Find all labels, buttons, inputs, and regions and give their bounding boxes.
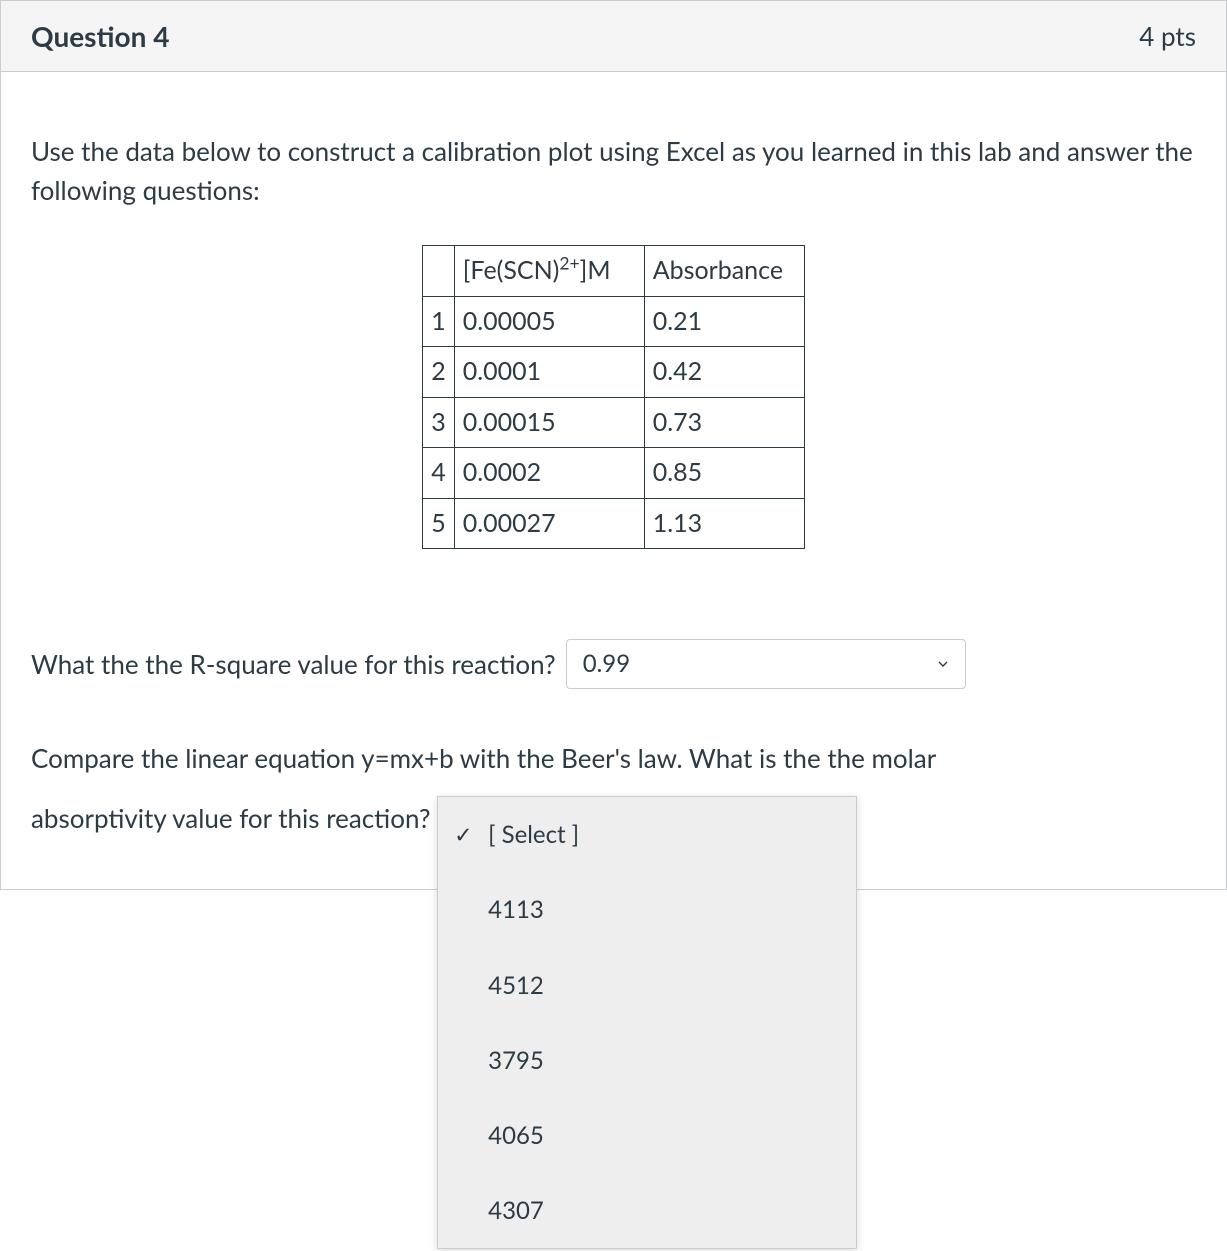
cell-concentration: 0.00005: [454, 296, 644, 347]
header-index: [423, 246, 455, 297]
q2-prompt-part1: Compare the linear equation y=mx+b with …: [31, 742, 936, 774]
q2-row: Compare the linear equation y=mx+b with …: [31, 729, 1196, 849]
data-table-wrapper: [Fe(SCN)2+]M Absorbance 1 0.00005 0.21 2…: [31, 245, 1196, 549]
question-points: 4 pts: [1139, 20, 1196, 52]
cell-index: 4: [423, 448, 455, 499]
cell-absorbance: 0.21: [644, 296, 804, 347]
q2-dropdown-list: [ Select ] 4113 4512 3795 4065 4307: [437, 796, 857, 1249]
question-body: Use the data below to construct a calibr…: [1, 72, 1226, 889]
instructions-text: Use the data below to construct a calibr…: [31, 132, 1196, 210]
cell-index: 3: [423, 397, 455, 448]
cell-absorbance: 0.42: [644, 347, 804, 398]
q1-row: What the the R-square value for this rea…: [31, 639, 1196, 689]
q1-selected-value: 0.99: [583, 646, 630, 682]
cell-absorbance: 0.73: [644, 397, 804, 448]
header-concentration: [Fe(SCN)2+]M: [454, 246, 644, 297]
chevron-down-icon: [935, 646, 951, 682]
table-row: 1 0.00005 0.21: [423, 296, 805, 347]
cell-concentration: 0.0001: [454, 347, 644, 398]
q2-option[interactable]: 3795: [438, 1023, 856, 1098]
table-row: 4 0.0002 0.85: [423, 448, 805, 499]
cell-absorbance: 0.85: [644, 448, 804, 499]
table-row: 3 0.00015 0.73: [423, 397, 805, 448]
data-table: [Fe(SCN)2+]M Absorbance 1 0.00005 0.21 2…: [422, 245, 805, 549]
cell-index: 1: [423, 296, 455, 347]
cell-concentration: 0.0002: [454, 448, 644, 499]
cell-absorbance: 1.13: [644, 498, 804, 549]
header-absorbance: Absorbance: [644, 246, 804, 297]
question-container: Question 4 4 pts Use the data below to c…: [0, 0, 1227, 890]
q2-select-wrapper: [ Select ] [ Select ] 4113 4512 3795 406…: [437, 796, 857, 846]
q2-prompt-part2: absorptivity value for this reaction?: [31, 802, 431, 834]
q2-option[interactable]: 4512: [438, 948, 856, 1023]
q2-option[interactable]: 4065: [438, 1098, 856, 1173]
table-row: 5 0.00027 1.13: [423, 498, 805, 549]
cell-index: 5: [423, 498, 455, 549]
q1-select[interactable]: 0.99: [566, 639, 966, 689]
table-header-row: [Fe(SCN)2+]M Absorbance: [423, 246, 805, 297]
question-title: Question 4: [31, 19, 169, 53]
question-header: Question 4 4 pts: [1, 1, 1226, 72]
q2-option-placeholder[interactable]: [ Select ]: [438, 797, 856, 872]
q1-prompt: What the the R-square value for this rea…: [31, 645, 556, 684]
table-row: 2 0.0001 0.42: [423, 347, 805, 398]
cell-concentration: 0.00027: [454, 498, 644, 549]
q2-option[interactable]: 4113: [438, 872, 856, 947]
cell-index: 2: [423, 347, 455, 398]
q2-option[interactable]: 4307: [438, 1173, 856, 1248]
cell-concentration: 0.00015: [454, 397, 644, 448]
